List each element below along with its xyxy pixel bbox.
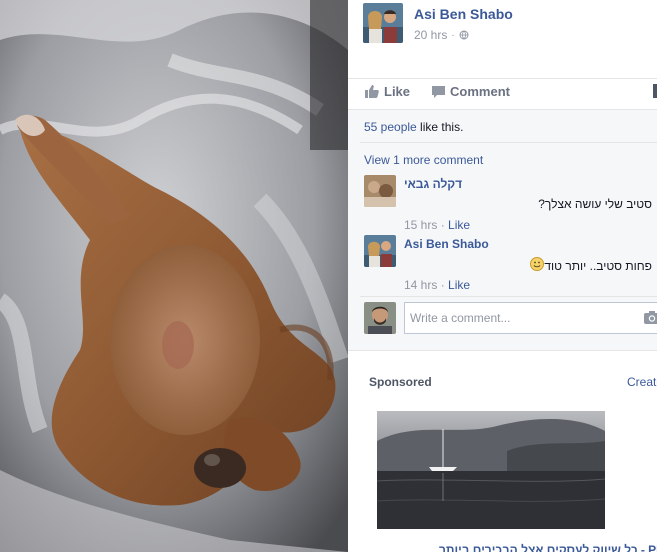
comment-timestamp[interactable]: 14 hrs: [404, 278, 437, 292]
meta-separator: ·: [437, 218, 449, 232]
globe-icon: [459, 30, 469, 40]
comment-button[interactable]: Comment: [432, 84, 510, 99]
post-meta: 20 hrs ·: [414, 28, 513, 42]
author-avatar[interactable]: [363, 3, 403, 43]
comment-button-label: Comment: [450, 84, 510, 99]
smiley-emoticon-icon: [530, 257, 545, 274]
divider: [360, 142, 657, 143]
sponsored-label: Sponsored: [369, 375, 432, 389]
likes-count-link[interactable]: 55 people: [364, 120, 417, 134]
camera-icon[interactable]: [644, 310, 657, 329]
post-actions: Like Comment: [365, 84, 532, 99]
photo-viewer[interactable]: [0, 0, 348, 552]
create-ad-link[interactable]: Create Ad: [627, 375, 657, 389]
comment-text: פחות סטיב.. יותר טוד: [544, 258, 652, 273]
current-user-avatar: [364, 302, 396, 334]
comment-meta: 14 hrs · Like: [404, 278, 470, 292]
comment-text-row: פחות סטיב.. יותר טוד: [527, 257, 652, 274]
view-more-comments-link[interactable]: View 1 more comment: [364, 153, 483, 167]
like-button[interactable]: Like: [365, 84, 410, 99]
meta-separator: ·: [451, 29, 455, 41]
meta-separator: ·: [437, 278, 449, 292]
commenter-avatar[interactable]: [364, 235, 396, 267]
likes-suffix: like this.: [416, 120, 464, 134]
divider: [360, 296, 657, 297]
divider: [348, 78, 657, 79]
speech-bubble-icon: [432, 85, 446, 98]
dog-on-bed-photo: [0, 0, 348, 552]
ad-image[interactable]: [377, 411, 605, 529]
commenter-avatar[interactable]: [364, 175, 396, 207]
like-button-label: Like: [384, 84, 411, 99]
comment-item: Asi Ben Shabo פחות סטיב.. יותר טוד 14 hr…: [364, 235, 657, 292]
commenter-name[interactable]: Asi Ben Shabo: [404, 237, 489, 251]
ad-title-link[interactable]: יום PRO - כל שיווק לעסקים אצל הבכירים בי…: [439, 543, 657, 552]
comment-like-link[interactable]: Like: [448, 218, 470, 232]
likes-summary: 55 people like this.: [364, 120, 463, 134]
comment-timestamp[interactable]: 15 hrs: [404, 218, 437, 232]
post-header: Asi Ben Shabo 20 hrs ·: [363, 3, 513, 45]
comment-meta: 15 hrs · Like: [404, 218, 470, 232]
author-name[interactable]: Asi Ben Shabo: [414, 6, 513, 22]
comment-input[interactable]: [404, 302, 657, 334]
post-side-panel: Asi Ben Shabo 20 hrs · Like Comment 55 p…: [348, 0, 657, 552]
comment-like-link[interactable]: Like: [448, 278, 470, 292]
post-timestamp[interactable]: 20 hrs: [414, 28, 447, 42]
comment-text: סטיב שלי עושה אצלך?: [538, 197, 652, 211]
thumbs-up-icon: [365, 85, 379, 98]
sponsored-section: Sponsored Create Ad י: [348, 350, 657, 552]
share-icon[interactable]: [653, 84, 657, 98]
comment-composer: [364, 302, 657, 334]
commenter-name[interactable]: דקלה גבאי: [404, 177, 462, 191]
comment-item: דקלה גבאי סטיב שלי עושה אצלך? 15 hrs · L…: [364, 175, 657, 232]
